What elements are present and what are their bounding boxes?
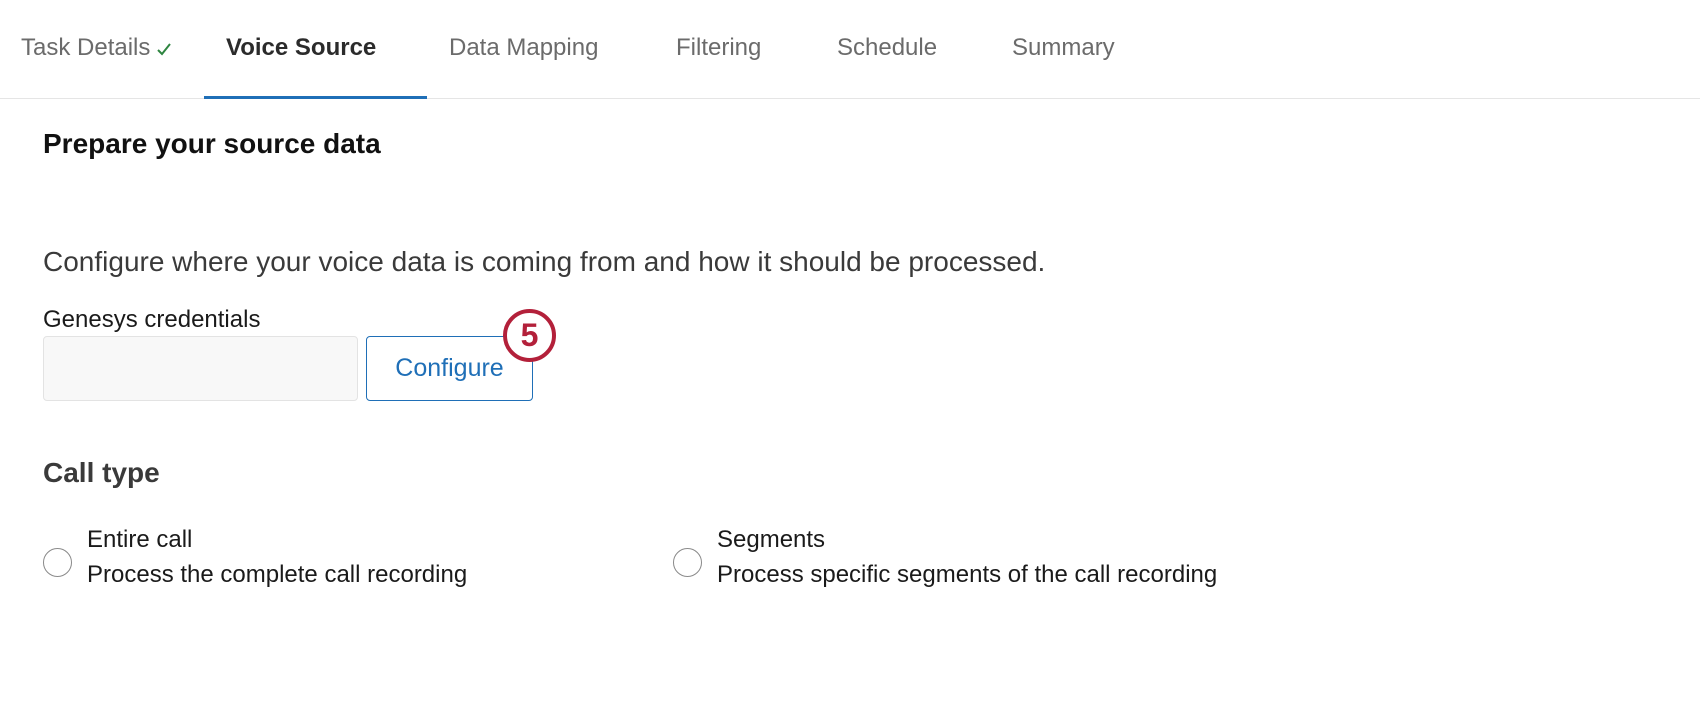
- tab-data-mapping[interactable]: Data Mapping: [449, 0, 598, 99]
- check-icon: [157, 43, 172, 56]
- credentials-label: Genesys credentials: [43, 306, 261, 333]
- radio-button[interactable]: [673, 548, 702, 577]
- step-number-badge: 5: [503, 309, 556, 362]
- radio-option-title: Segments: [717, 526, 826, 553]
- credentials-field[interactable]: [43, 336, 358, 401]
- radio-option-description: Process the complete call recording: [87, 561, 468, 588]
- tab-label: Summary: [1012, 34, 1115, 61]
- radio-option-description: Process specific segments of the call re…: [717, 561, 1218, 588]
- tab-voice-source[interactable]: Voice Source: [204, 0, 427, 99]
- tab-label: Voice Source: [226, 34, 377, 61]
- tab-filtering[interactable]: Filtering: [676, 0, 761, 99]
- tab-summary[interactable]: Summary: [1012, 0, 1115, 99]
- tab-schedule[interactable]: Schedule: [837, 0, 937, 99]
- radio-button[interactable]: [43, 548, 72, 577]
- section-description: Configure where your voice data is comin…: [43, 246, 1046, 277]
- tab-label: Task Details: [21, 34, 151, 61]
- tab-label: Filtering: [676, 34, 762, 61]
- tab-label: Data Mapping: [449, 34, 599, 61]
- wizard-tabs: Task Details Voice Source Data Mapping F…: [0, 0, 1700, 99]
- tab-label: Schedule: [837, 34, 938, 61]
- tab-task-details[interactable]: Task Details: [21, 0, 172, 99]
- radio-option-title: Entire call: [87, 526, 193, 553]
- page-title: Prepare your source data: [43, 128, 381, 159]
- call-type-heading: Call type: [43, 457, 160, 488]
